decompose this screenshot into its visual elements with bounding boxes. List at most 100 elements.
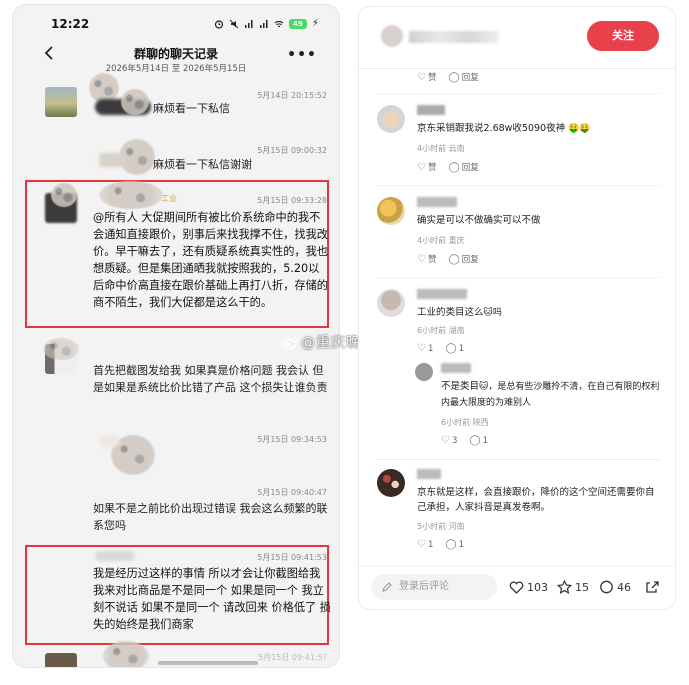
reply-icon: ◯ — [448, 253, 460, 265]
message-text: 麻烦看一下私信 — [153, 102, 230, 115]
divider — [377, 185, 661, 186]
charging-icon: ⚡ — [311, 18, 319, 29]
divider — [377, 93, 661, 94]
chat-message: 5月15日 09:40:47 如果不是之前比价出现过错误 我会这么频繁的联系您吗 — [43, 486, 333, 536]
comment-text: 京东就是这样，会直接跟价，降价的这个空间还需要你自己承担，人家抖音是真发卷啊。 — [417, 487, 655, 513]
alarm-icon — [214, 19, 224, 29]
comment-meta: 4小时前 云南 — [417, 144, 465, 153]
comment-text: 确实是可以不做确实可以不做 — [417, 215, 541, 226]
reply-icon: ◯ — [469, 435, 481, 446]
reply-icon: ◯ — [448, 161, 460, 173]
post-header: 关注 — [359, 7, 675, 69]
share-icon[interactable] — [645, 580, 660, 594]
avatar — [45, 87, 77, 117]
message-text: 麻烦看一下私信谢谢 — [153, 158, 252, 171]
reply-icon: ◯ — [445, 539, 457, 550]
heart-icon: ♡ — [417, 161, 426, 173]
heart-icon: ♡ — [417, 253, 426, 265]
commenter-avatar[interactable] — [377, 289, 405, 317]
comment-input[interactable]: 登录后评论 — [371, 574, 497, 600]
like-count-button[interactable]: 103 — [509, 580, 548, 594]
comment-item: 确实是可以不做确实可以不做 4小时前 重庆 ♡ 赞 ◯ 回复 — [377, 197, 669, 277]
reply-button[interactable]: ◯ 1 — [445, 539, 464, 550]
commenter-avatar[interactable] — [377, 469, 405, 497]
comment-text: 京东采销跟我说2.68w收5090夜神 🤑🤑 — [417, 123, 591, 134]
comment-text: 不是类目🐱，是总有些沙雕拎不清，在自己有限的权利内最大限度的为难别人 — [441, 381, 660, 408]
reply-button[interactable]: ◯ 回复 — [448, 161, 478, 174]
message-time: 5月15日 09:40:47 — [257, 488, 327, 497]
comment-meta: 5小时前 河南 — [417, 522, 465, 531]
signal-icon — [259, 19, 268, 28]
commenter-name — [417, 105, 445, 115]
comment-text: 工业的类目这么🐱吗 — [417, 307, 502, 318]
reply-button[interactable]: ◯ 1 — [469, 435, 488, 446]
like-button[interactable]: ♡ 赞 — [417, 71, 436, 84]
home-indicator — [158, 661, 258, 665]
sticker-blur — [99, 181, 163, 209]
sticker-blur — [103, 641, 149, 667]
comment-item: 工业的类目这么🐱吗 6小时前 湖南 ♡ 1 ◯ 1 — [377, 289, 669, 361]
more-icon[interactable]: ••• — [287, 47, 317, 63]
sticker-blur — [51, 183, 77, 207]
commenter-avatar[interactable] — [415, 363, 433, 381]
comment-count-button[interactable]: 46 — [599, 580, 631, 594]
redacted-name — [99, 435, 119, 447]
message-time: 5月15日 09:41:53 — [257, 553, 327, 562]
emoji: 🐱吗 — [483, 308, 502, 318]
message-text: 我是经历过这样的事情 所以才会让你截图给我 我来对比商品是不是同一个 如果是同一… — [93, 567, 331, 631]
reply-button[interactable]: ◯ 回复 — [448, 253, 478, 266]
comment-item: 京东就是这样，会直接跟价，降价的这个空间还需要你自己承担，人家抖音是真发卷啊。 … — [377, 469, 669, 559]
message-text: @所有人 大促期间所有被比价系统命中的我不会通知直接跟价，别事后来找我撑不住，找… — [93, 211, 328, 309]
battery-icon: 49 — [288, 18, 307, 29]
like-button[interactable]: ♡ 赞 — [417, 253, 436, 266]
commenter-name — [417, 469, 441, 479]
like-button[interactable]: ♡ 赞 — [417, 161, 436, 174]
like-button[interactable]: ♡ 1 — [417, 343, 433, 354]
comment-bottom-bar: 登录后评论 103 15 46 — [359, 565, 675, 609]
redacted-name — [95, 551, 135, 561]
chat-message: 5月14日 20:15:52 麻烦看一下私信 — [43, 73, 333, 125]
reply-icon: ◯ — [448, 71, 460, 83]
author-avatar[interactable] — [381, 25, 403, 47]
comment-actions: ♡ 赞 ◯ 回复 — [417, 71, 479, 84]
divider — [377, 459, 661, 460]
favorite-count-button[interactable]: 15 — [557, 580, 589, 594]
sticker-blur — [43, 338, 79, 360]
pencil-icon — [382, 582, 392, 592]
status-time: 12:22 — [51, 17, 90, 31]
comment-meta: 6小时前 陕西 — [441, 418, 489, 427]
comment-actions: ♡ 1 ◯ 1 — [417, 343, 464, 354]
message-text: 首先把截图发给我 如果真是价格问题 我会认 但是如果是系统比价比错了产品 这个损… — [93, 364, 328, 394]
comment-meta: 4小时前 重庆 — [417, 236, 465, 245]
comment-item: 京东采销跟我说2.68w收5090夜神 🤑🤑 4小时前 云南 ♡ 赞 ◯ 回复 — [377, 105, 669, 185]
reply-button[interactable]: ◯ 1 — [445, 343, 464, 354]
divider — [377, 277, 661, 278]
wifi-icon — [274, 20, 284, 27]
commenter-avatar[interactable] — [377, 105, 405, 133]
reply-button[interactable]: ◯ 回复 — [448, 71, 478, 84]
heart-icon: ♡ — [417, 71, 426, 83]
message-text: 如果不是之前比价出现过错误 我会这么频繁的联系您吗 — [93, 502, 328, 532]
follow-button[interactable]: 关注 — [587, 21, 659, 51]
commenter-name — [417, 289, 467, 299]
message-time: 5月15日 09:33:28 — [257, 196, 327, 205]
commenter-name — [441, 363, 471, 373]
like-button[interactable]: ♡ 1 — [417, 539, 433, 550]
message-time: 5月15日 09:00:32 — [257, 146, 327, 155]
commenter-avatar[interactable] — [377, 197, 405, 225]
heart-icon — [509, 581, 524, 594]
message-time: 5月15日 09:34:53 — [257, 435, 327, 444]
status-icons: 49 ⚡ — [214, 18, 319, 29]
chat-message: 5月15日 09:41:53 我是经历过这样的事情 所以才会让你截图给我 我来对… — [43, 549, 333, 643]
chat-message: 首先把截图发给我 如果真是价格问题 我会认 但是如果是系统比价比错了产品 这个损… — [43, 338, 333, 417]
comment-meta: 6小时前 湖南 — [417, 326, 465, 335]
like-button[interactable]: ♡ 3 — [441, 435, 457, 446]
heart-icon: ♡ — [417, 343, 426, 354]
reply-icon: ◯ — [445, 343, 457, 354]
heart-icon: ♡ — [417, 539, 426, 550]
commenter-name — [417, 197, 457, 207]
comment-actions: ♡ 1 ◯ 1 — [417, 539, 464, 550]
hd-signal-icon — [244, 19, 253, 28]
sticker-blur — [121, 89, 149, 115]
comment-actions: ♡ 赞 ◯ 回复 — [417, 253, 479, 266]
